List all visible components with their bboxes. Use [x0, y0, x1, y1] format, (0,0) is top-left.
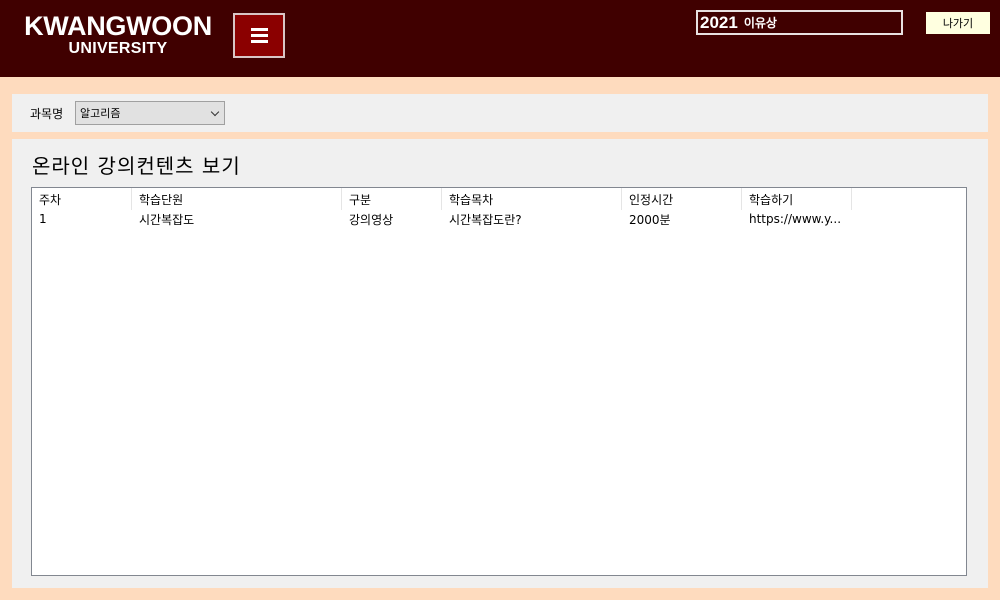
- course-label: 과목명: [30, 107, 64, 121]
- cell-unit: 시간복잡도: [139, 212, 195, 227]
- column-header-study[interactable]: 학습하기: [742, 188, 852, 210]
- logo-subtitle: UNIVERSITY: [68, 40, 168, 57]
- cell-time: 2000분: [629, 212, 671, 227]
- column-header-time[interactable]: 인정시간: [622, 188, 742, 210]
- content-list-view[interactable]: 주차 학습단원 구분 학습목차 인정시간 학습하기 1 시간복잡도 강의영상 시…: [31, 187, 967, 576]
- content-panel: 온라인 강의컨텐츠 보기 주차 학습단원 구분 학습목차 인정시간 학습하기 1…: [12, 139, 988, 588]
- cell-contents: 시간복잡도란?: [449, 212, 522, 227]
- column-header-unit[interactable]: 학습단원: [132, 188, 342, 210]
- course-select[interactable]: 알고리즘: [75, 101, 225, 125]
- cell-type: 강의영상: [349, 212, 394, 227]
- user-info-box: 2021 이유상: [696, 10, 903, 35]
- column-header-contents[interactable]: 학습목차: [442, 188, 622, 210]
- table-row[interactable]: 1 시간복잡도 강의영상 시간복잡도란? 2000분 https://www.y…: [32, 210, 966, 228]
- app-header: KWANGWOON UNIVERSITY 2021 이유상 나가기: [0, 0, 1000, 77]
- cell-week: 1: [39, 212, 47, 226]
- exit-button[interactable]: 나가기: [926, 12, 990, 34]
- column-header-week[interactable]: 주차: [32, 188, 132, 210]
- course-selected-value: 알고리즘: [80, 107, 121, 120]
- university-logo: KWANGWOON UNIVERSITY: [18, 10, 218, 58]
- hamburger-menu-icon: [250, 28, 268, 43]
- column-header-type[interactable]: 구분: [342, 188, 442, 210]
- cell-study-link[interactable]: https://www.y...: [742, 210, 852, 228]
- page-title: 온라인 강의컨텐츠 보기: [32, 154, 241, 178]
- logo-title: KWANGWOON: [24, 11, 212, 41]
- course-panel: 과목명 알고리즘: [12, 94, 988, 132]
- user-name: 이유상: [743, 16, 777, 30]
- list-header: 주차 학습단원 구분 학습목차 인정시간 학습하기: [32, 188, 966, 210]
- menu-button[interactable]: [233, 13, 285, 58]
- user-year: 2021: [700, 12, 738, 32]
